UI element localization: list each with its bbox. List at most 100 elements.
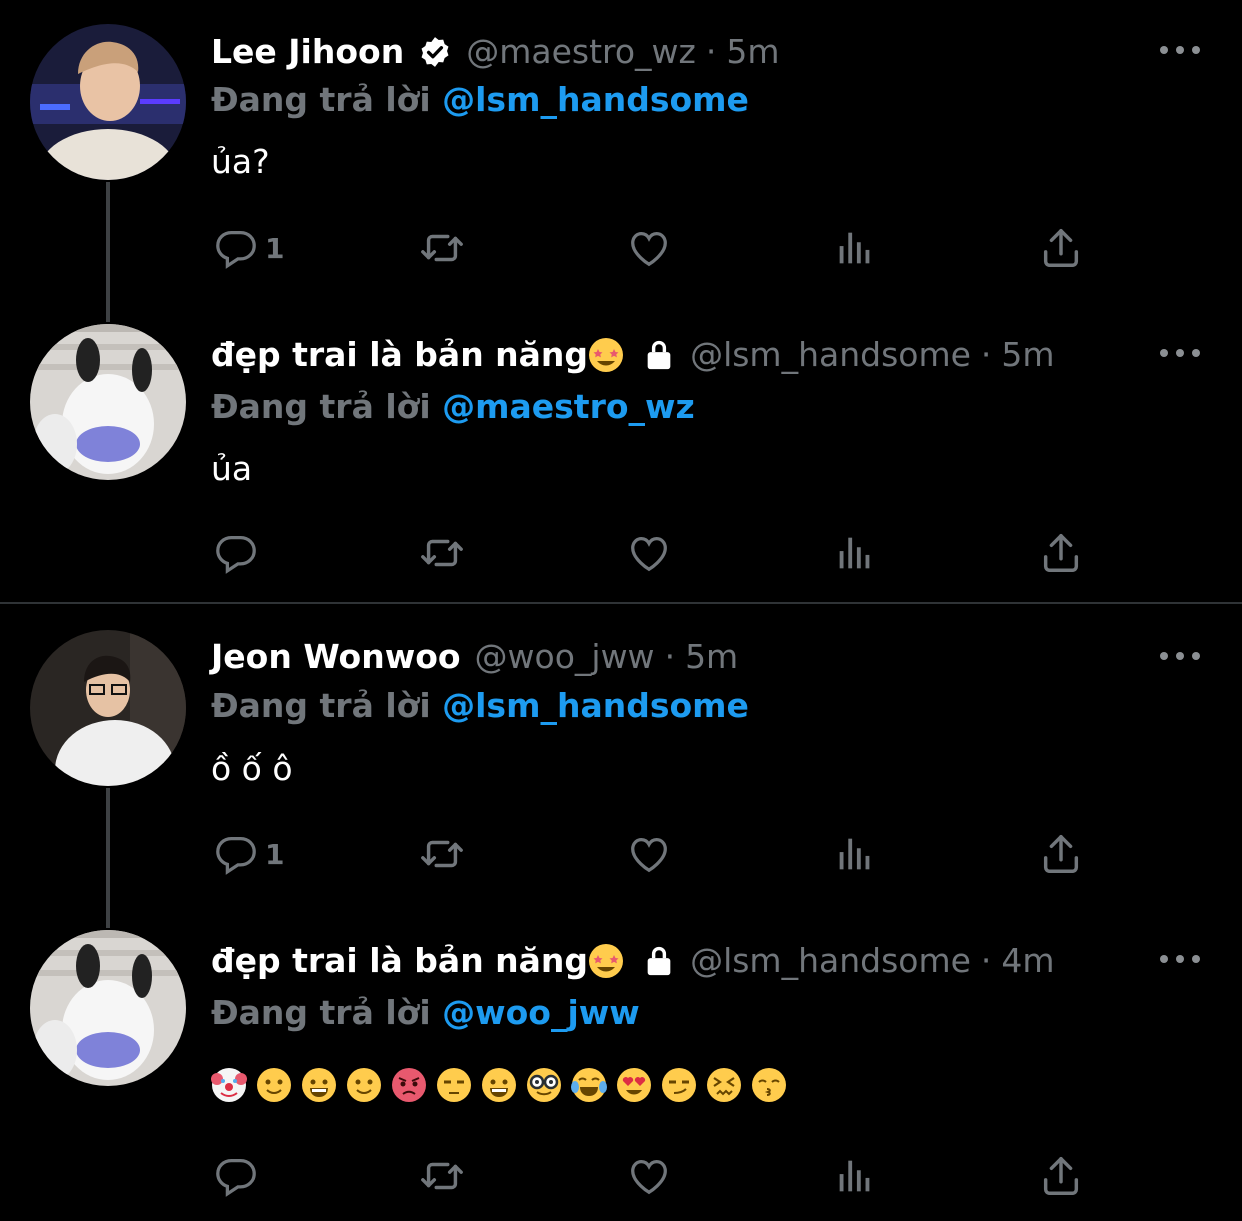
tweet-header: Lee Jihoon @maestro_wz · 5m [211, 30, 780, 74]
reply-icon [213, 225, 259, 271]
tweet-text: ủa? [211, 142, 270, 181]
emoji-row [211, 1067, 787, 1103]
retweet-button[interactable] [419, 527, 465, 579]
lock-icon [642, 944, 676, 978]
tweet-text: ủa [211, 449, 253, 488]
slight-smile-emoji-icon [256, 1067, 292, 1103]
star-struck-emoji-icon [589, 338, 624, 372]
replying-to-label: Đang trả lời [211, 686, 431, 725]
more-icon[interactable] [1156, 646, 1204, 666]
like-button[interactable] [626, 527, 672, 579]
share-icon [1038, 225, 1084, 271]
share-button[interactable] [1038, 527, 1084, 579]
tweet-actions: 1 [0, 828, 1242, 880]
user-handle[interactable]: @lsm_handsome [690, 939, 971, 983]
share-button[interactable] [1038, 1150, 1084, 1202]
reply-button[interactable] [213, 1150, 259, 1202]
lock-icon [642, 338, 676, 372]
timestamp[interactable]: 5m [726, 30, 779, 74]
tweet-actions: 1 [0, 222, 1242, 274]
retweet-icon [419, 831, 465, 877]
replying-to: Đang trả lời @maestro_wz [211, 385, 695, 429]
reply-button[interactable]: 1 [213, 828, 284, 880]
timestamp[interactable]: 4m [1001, 939, 1054, 983]
display-name[interactable]: đẹp trai là bản năng [211, 333, 588, 377]
heart-icon [626, 831, 672, 877]
avatar-lsm-handsome[interactable] [30, 324, 186, 480]
heart-icon [626, 530, 672, 576]
retweet-icon [419, 225, 465, 271]
share-icon [1038, 1153, 1084, 1199]
avatar-lee-jihoon[interactable] [30, 24, 186, 180]
slight-smile-emoji-icon [346, 1067, 382, 1103]
clown-face-emoji-icon [211, 1068, 247, 1102]
heart-eyes-emoji-icon [617, 1068, 651, 1102]
display-name[interactable]: Jeon Wonwoo [211, 635, 461, 679]
like-button[interactable] [626, 828, 672, 880]
tweet-actions [0, 1150, 1242, 1202]
mention-link[interactable]: @woo_jww [442, 993, 640, 1032]
user-handle[interactable]: @lsm_handsome [690, 333, 971, 377]
smirk-emoji-icon [662, 1068, 696, 1102]
retweet-button[interactable] [419, 222, 465, 274]
analytics-button[interactable] [832, 1150, 878, 1202]
mention-link[interactable]: @maestro_wz [442, 387, 695, 426]
reply-icon [213, 1153, 259, 1199]
reply-count: 1 [265, 231, 285, 265]
share-icon [1038, 530, 1084, 576]
verified-badge-icon [418, 35, 452, 69]
grin-emoji-icon [301, 1067, 337, 1103]
avatar-lsm-handsome[interactable] [30, 930, 186, 1086]
mention-link[interactable]: @lsm_handsome [442, 686, 749, 725]
heart-icon [626, 1153, 672, 1199]
separator-dot: · [664, 637, 676, 676]
share-icon [1038, 831, 1084, 877]
display-name[interactable]: đẹp trai là bản năng [211, 939, 588, 983]
nerd-face-emoji-icon [527, 1068, 561, 1102]
share-button[interactable] [1038, 222, 1084, 274]
separator-dot: · [705, 32, 717, 71]
thread-separator [0, 602, 1242, 604]
reply-button[interactable]: 1 [213, 222, 284, 274]
retweet-icon [419, 1153, 465, 1199]
kissing-face-emoji-icon [752, 1068, 786, 1102]
analytics-icon [832, 530, 878, 576]
analytics-icon [832, 1153, 878, 1199]
replying-to-label: Đang trả lời [211, 387, 431, 426]
more-icon[interactable] [1156, 343, 1204, 363]
timestamp[interactable]: 5m [1001, 333, 1054, 377]
analytics-icon [832, 831, 878, 877]
retweet-icon [419, 530, 465, 576]
like-button[interactable] [626, 222, 672, 274]
user-handle[interactable]: @woo_jww [475, 635, 655, 679]
mention-link[interactable]: @lsm_handsome [442, 80, 749, 119]
analytics-button[interactable] [832, 527, 878, 579]
retweet-button[interactable] [419, 828, 465, 880]
reply-button[interactable] [213, 527, 259, 579]
confounded-face-emoji-icon [707, 1068, 741, 1102]
more-icon[interactable] [1156, 949, 1204, 969]
analytics-button[interactable] [832, 828, 878, 880]
share-button[interactable] [1038, 828, 1084, 880]
reply-icon [213, 831, 259, 877]
tweet-header: đẹp trai là bản năng @lsm_handsome · 4m [211, 939, 1055, 983]
timestamp[interactable]: 5m [685, 635, 738, 679]
retweet-button[interactable] [419, 1150, 465, 1202]
tweet-header: Jeon Wonwoo @woo_jww · 5m [211, 635, 738, 679]
replying-to: Đang trả lời @lsm_handsome [211, 78, 749, 122]
like-button[interactable] [626, 1150, 672, 1202]
replying-to-label: Đang trả lời [211, 993, 431, 1032]
more-icon[interactable] [1156, 40, 1204, 60]
avatar-jeon-wonwoo[interactable] [30, 630, 186, 786]
unamused-face-emoji-icon [437, 1068, 471, 1102]
user-handle[interactable]: @maestro_wz [466, 30, 696, 74]
tweet-actions [0, 527, 1242, 579]
tears-of-joy-emoji-icon [571, 1068, 607, 1102]
replying-to: Đang trả lời @woo_jww [211, 991, 640, 1035]
analytics-icon [832, 225, 878, 271]
replying-to: Đang trả lời @lsm_handsome [211, 684, 749, 728]
heart-icon [626, 225, 672, 271]
grin-emoji-icon [481, 1067, 517, 1103]
display-name[interactable]: Lee Jihoon [211, 30, 404, 74]
analytics-button[interactable] [832, 222, 878, 274]
